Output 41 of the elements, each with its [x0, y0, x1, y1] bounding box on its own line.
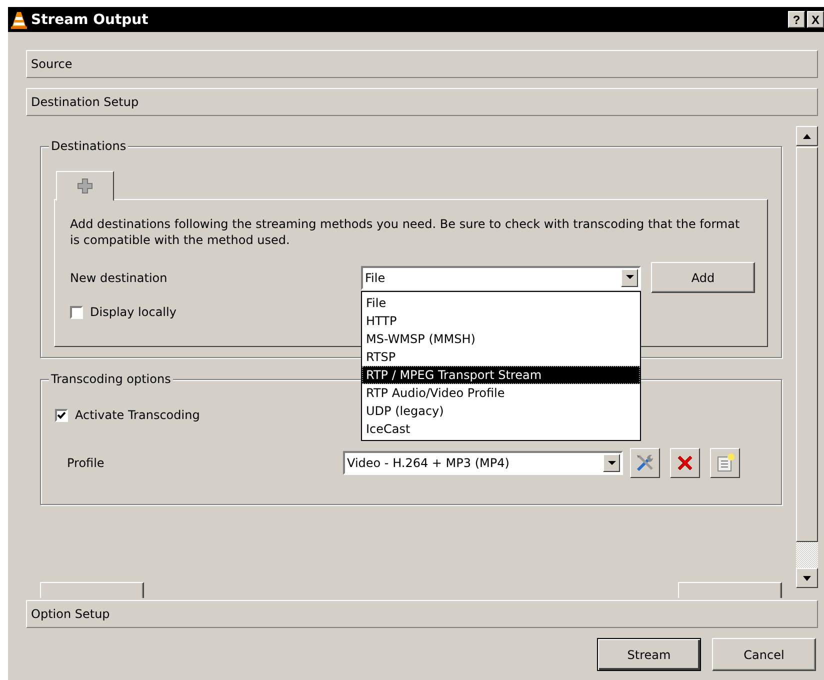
field-label: Profile	[67, 456, 106, 470]
destination-dropdown[interactable]: File	[361, 266, 641, 290]
profile-dropdown[interactable]: Video - H.264 + MP3 (MP4)	[343, 451, 623, 475]
help-button[interactable]: ?	[788, 11, 805, 28]
description-text: Add destinations following the streaming methods you need. Be sure to check with transcoding that the format is compatible with the method used.	[70, 216, 740, 248]
group-title: Destinations	[49, 139, 128, 153]
checkbox[interactable]	[70, 306, 83, 318]
dialog-button[interactable]: Cancel	[712, 638, 816, 671]
edit-profile-button[interactable]	[630, 448, 660, 478]
section-header[interactable]: Option Setup	[26, 600, 818, 628]
window-title: Stream Output	[31, 12, 148, 28]
dialog-button[interactable]: Stream	[597, 638, 701, 671]
delete-profile-button[interactable]	[670, 448, 700, 478]
dropdown-option[interactable]: RTSP	[362, 348, 640, 366]
dropdown-option[interactable]: RTP / MPEG Transport Stream	[362, 366, 640, 384]
checkbox[interactable]	[55, 408, 68, 422]
group-title: Transcoding options	[49, 372, 173, 386]
new-list-icon	[715, 453, 735, 473]
field-label: New destination	[70, 270, 168, 284]
close-button[interactable]: X	[807, 11, 824, 28]
add-button[interactable]: Add	[651, 262, 755, 293]
dropdown-option[interactable]: RTP Audio/Video Profile	[362, 384, 640, 402]
add-tab[interactable]	[56, 171, 114, 201]
new-profile-button[interactable]	[710, 448, 740, 478]
section-header[interactable]: Destination Setup	[26, 88, 818, 116]
scroll-down-icon	[796, 568, 818, 588]
dropdown-option[interactable]: IceCast	[362, 420, 640, 438]
scroll-thumb[interactable]	[796, 147, 818, 542]
section-header[interactable]: Source	[26, 50, 818, 78]
plus-icon	[77, 178, 93, 194]
scroll-up-icon	[796, 126, 818, 146]
tools-icon	[635, 453, 655, 473]
traffic-cone-icon	[11, 10, 27, 28]
dropdown-option[interactable]: File	[362, 294, 640, 312]
dropdown-option[interactable]: MS-WMSP (MMSH)	[362, 330, 640, 348]
dropdown-option[interactable]: UDP (legacy)	[362, 402, 640, 420]
checkbox-label: Display locally	[90, 305, 176, 319]
checkbox-label: Activate Transcoding	[75, 408, 200, 422]
scroll-track[interactable]	[796, 542, 818, 568]
close-icon	[675, 453, 695, 473]
dropdown-option[interactable]: HTTP	[362, 312, 640, 330]
